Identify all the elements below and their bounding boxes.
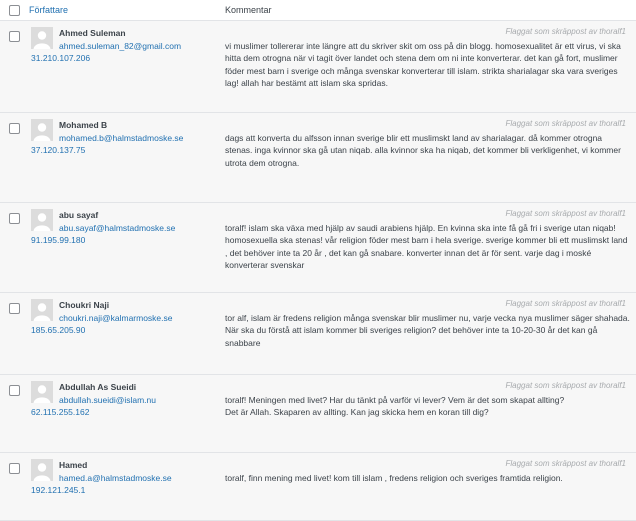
spam-flag-notice: Flaggat som skräppost av thoralf1 [505, 381, 626, 390]
comment-row: Ahmed Suleman ahmed.suleman_82@gmail.com… [0, 21, 636, 113]
row-checkbox[interactable] [9, 123, 20, 134]
comment-paragraph: Det är Allah. Skaparen av allting. Kan j… [225, 407, 489, 418]
author-email-link[interactable]: abdullah.sueidi@islam.nu [59, 395, 156, 405]
author-ip-link[interactable]: 31.210.107.206 [31, 53, 90, 63]
row-checkbox[interactable] [9, 385, 20, 396]
spam-flag-notice: Flaggat som skräppost av thoralf1 [505, 27, 626, 36]
author-name: Ahmed Suleman [59, 28, 126, 38]
comment-text: toralf, finn mening med livet! kom till … [225, 472, 630, 484]
spam-flag-notice: Flaggat som skräppost av thoralf1 [505, 209, 626, 218]
comment-row: Abdullah As Sueidi abdullah.sueidi@islam… [0, 375, 636, 453]
author-ip-link[interactable]: 37.120.137.75 [31, 145, 85, 155]
author-name: Hamed [59, 460, 88, 470]
author-ip-link[interactable]: 62.115.255.162 [31, 407, 89, 417]
author-name: Abdullah As Sueidi [59, 382, 137, 392]
comment-paragraph: tor alf, islam är fredens religion många… [225, 313, 630, 348]
spam-flag-notice: Flaggat som skräppost av thoralf1 [505, 459, 626, 468]
author-email-link[interactable]: choukri.naji@kalmarmoske.se [59, 313, 173, 323]
author-email-link[interactable]: abu.sayaf@halmstadmoske.se [59, 223, 175, 233]
comment-text: vi muslimer tollererar inte längre att d… [225, 40, 630, 90]
avatar [31, 299, 53, 321]
comment-row: Hamed hamed.a@halmstadmoske.se 192.121.2… [0, 453, 636, 521]
author-email-link[interactable]: ahmed.suleman_82@gmail.com [59, 41, 181, 51]
select-all-checkbox[interactable] [9, 4, 20, 16]
comment-paragraph: vi muslimer tollererar inte längre att d… [225, 41, 621, 89]
comment-column-header: Kommentar [225, 5, 272, 15]
author-email-link[interactable]: mohamed.b@halmstadmoske.se [59, 133, 183, 143]
comment-text: tor alf, islam är fredens religion många… [225, 312, 630, 349]
spam-flag-notice: Flaggat som skräppost av thoralf1 [505, 299, 626, 308]
spam-flag-notice: Flaggat som skräppost av thoralf1 [505, 119, 626, 128]
avatar [31, 209, 53, 231]
avatar [31, 27, 53, 49]
comment-paragraph: toralf! islam ska växa med hjälp av saud… [225, 223, 628, 271]
author-ip-link[interactable]: 91.195.99.180 [31, 235, 85, 245]
comment-row: Choukri Naji choukri.naji@kalmarmoske.se… [0, 293, 636, 375]
comment-text: toralf! Meningen med livet? Har du tänkt… [225, 394, 630, 419]
comment-text: toralf! islam ska växa med hjälp av saud… [225, 222, 630, 272]
comment-row: Mohamed B mohamed.b@halmstadmoske.se 37.… [0, 113, 636, 203]
author-column-header[interactable]: Författare [29, 5, 225, 15]
row-checkbox[interactable] [9, 303, 20, 314]
row-checkbox[interactable] [9, 31, 20, 42]
author-name: abu sayaf [59, 210, 99, 220]
comments-table: Författare Kommentar Ahmed Suleman ahmed… [0, 0, 636, 521]
row-checkbox[interactable] [9, 213, 20, 224]
comment-paragraph: toralf, finn mening med livet! kom till … [225, 473, 563, 483]
comment-text: dags att konverta du alfsson innan sveri… [225, 132, 630, 169]
avatar [31, 381, 53, 403]
comment-paragraph: toralf! Meningen med livet? Har du tänkt… [225, 395, 565, 405]
author-name: Choukri Naji [59, 300, 110, 310]
author-ip-link[interactable]: 192.121.245.1 [31, 485, 85, 495]
table-header: Författare Kommentar [0, 0, 636, 21]
avatar [31, 119, 53, 141]
comment-paragraph: dags att konverta du alfsson innan sveri… [225, 133, 621, 168]
author-name: Mohamed B [59, 120, 108, 130]
author-email-link[interactable]: hamed.a@halmstadmoske.se [59, 473, 172, 483]
avatar [31, 459, 53, 481]
row-checkbox[interactable] [9, 463, 20, 474]
comment-row: abu sayaf abu.sayaf@halmstadmoske.se 91.… [0, 203, 636, 293]
author-ip-link[interactable]: 185.65.205.90 [31, 325, 85, 335]
